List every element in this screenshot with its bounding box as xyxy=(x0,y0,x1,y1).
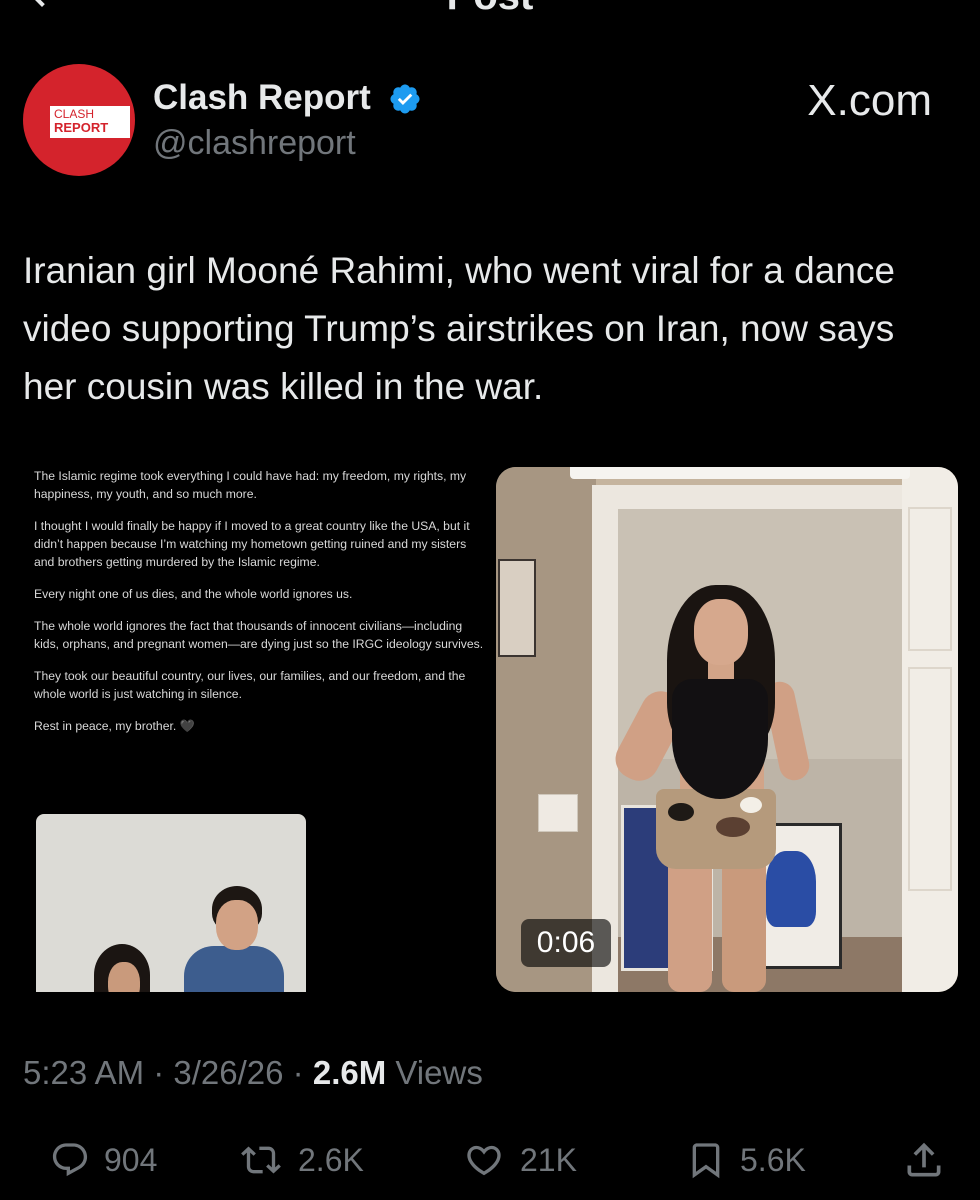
author-name[interactable]: Clash Report xyxy=(153,78,371,118)
avatar-logo-text-bottom: REPORT xyxy=(54,120,109,135)
video-person-leg xyxy=(668,861,712,992)
share-icon xyxy=(907,1142,941,1177)
avatar-logo-text-top: CLASH xyxy=(54,107,95,121)
screenshot-text: The Islamic regime took everything I cou… xyxy=(34,467,484,749)
video-shorts-pattern xyxy=(668,803,694,821)
photo-child-right-body xyxy=(184,946,284,992)
video-painting-hand xyxy=(766,851,816,927)
screenshot-paragraph: Every night one of us dies, and the whol… xyxy=(34,587,353,601)
video-door-panel xyxy=(908,667,952,891)
meta-separator: · xyxy=(144,1054,174,1091)
video-duration-badge: 0:06 xyxy=(521,919,611,967)
post-meta: 5:23 AM · 3/26/26 · 2.6M Views xyxy=(23,1054,483,1092)
x-com-watermark: X.com xyxy=(807,76,932,125)
author-handle[interactable]: @clashreport xyxy=(153,124,356,163)
bookmark-icon xyxy=(692,1143,720,1179)
reply-button[interactable]: 904 xyxy=(50,1130,157,1190)
page-title: Post xyxy=(0,0,980,19)
photo-child-left-face xyxy=(108,962,140,992)
video-wall-art xyxy=(498,559,536,657)
bookmark-count: 5.6K xyxy=(740,1141,806,1178)
media-screenshot-image[interactable]: The Islamic regime took everything I cou… xyxy=(34,467,490,992)
views-label: Views xyxy=(386,1054,483,1091)
reply-icon xyxy=(52,1143,88,1177)
repost-count: 2.6K xyxy=(298,1141,364,1178)
share-button[interactable] xyxy=(902,1130,960,1190)
bookmark-button[interactable]: 5.6K xyxy=(686,1130,806,1190)
screenshot-paragraph: Rest in peace, my brother. 🖤 xyxy=(34,719,195,733)
media-video-thumbnail[interactable] xyxy=(496,467,958,992)
video-light-switch xyxy=(538,794,578,832)
avatar[interactable]: CLASH REPORT xyxy=(23,64,135,176)
video-person-top xyxy=(672,679,768,799)
like-button[interactable]: 21K xyxy=(462,1130,577,1190)
views-count[interactable]: 2.6M xyxy=(313,1054,386,1091)
reply-count: 904 xyxy=(104,1141,158,1178)
video-person-face xyxy=(694,599,748,665)
screenshot-paragraph: The whole world ignores the fact that th… xyxy=(34,619,484,651)
top-bar: Post xyxy=(0,0,980,20)
video-wall xyxy=(496,467,596,992)
meta-separator: · xyxy=(283,1054,313,1091)
photo-child-right-face xyxy=(216,900,258,950)
video-person-leg xyxy=(722,861,766,992)
verified-badge-icon xyxy=(390,84,420,114)
like-icon xyxy=(467,1145,501,1176)
like-count: 21K xyxy=(520,1141,577,1178)
action-bar: 904 2.6K 21K 5.6K xyxy=(0,1130,980,1190)
screenshot-paragraph: They took our beautiful country, our liv… xyxy=(34,669,466,701)
repost-icon xyxy=(241,1146,281,1174)
repost-button[interactable]: 2.6K xyxy=(238,1130,364,1190)
post-time: 5:23 AM xyxy=(23,1054,145,1091)
video-ceiling-light xyxy=(570,467,910,479)
video-shorts-pattern xyxy=(740,797,762,813)
post-text: Iranian girl Mooné Rahimi, who went vira… xyxy=(23,250,895,407)
childhood-photo xyxy=(36,814,306,992)
video-shorts-pattern xyxy=(716,817,750,837)
screenshot-paragraph: I thought I would finally be happy if I … xyxy=(34,519,470,569)
screenshot-paragraph: The Islamic regime took everything I cou… xyxy=(34,469,467,501)
video-door-panel xyxy=(908,507,952,651)
post-date[interactable]: 3/26/26 xyxy=(173,1054,283,1091)
